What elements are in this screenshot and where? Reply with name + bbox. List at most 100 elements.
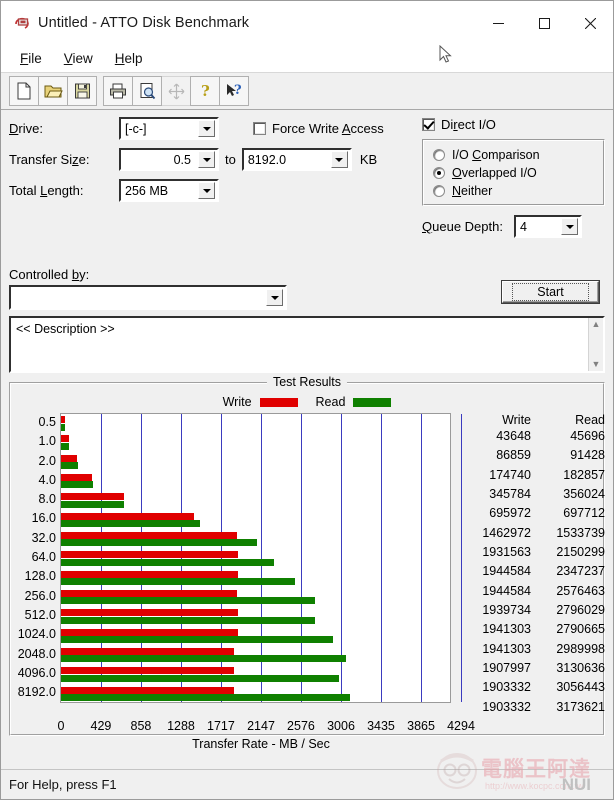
chart-bar-write	[60, 473, 93, 481]
chevron-down-icon[interactable]	[330, 151, 348, 168]
table-row: 1462972 1533739	[457, 524, 605, 543]
open-folder-icon[interactable]	[38, 76, 68, 106]
chart-y-tick-label: 32.0	[31, 530, 56, 545]
chart-bar-row	[60, 472, 450, 491]
chart-bar-read	[60, 674, 339, 682]
transfer-size-to-select[interactable]: 8192.0	[241, 148, 352, 171]
chart-bar-row	[60, 665, 450, 684]
chart-bar-write	[60, 531, 237, 539]
chart-bar-row	[60, 433, 450, 452]
cell-write: 1931563	[482, 544, 531, 559]
queue-depth-select[interactable]: 4	[514, 215, 582, 238]
drive-select[interactable]: [-c-]	[119, 117, 219, 140]
chart-bar-read	[60, 423, 66, 431]
chart-bar-write	[60, 493, 125, 501]
chart-bar-read	[60, 616, 315, 624]
table-header: Write Read	[457, 413, 605, 427]
chart-bar-read	[60, 694, 350, 702]
controlled-by-label: Controlled by:	[9, 267, 90, 282]
force-write-access-checkbox[interactable]: Force Write Access	[253, 121, 384, 136]
tool-bar: ? ?	[1, 72, 613, 110]
maximize-button[interactable]	[521, 1, 567, 45]
legend-swatch-write	[259, 397, 298, 407]
cell-write: 1944584	[482, 583, 531, 598]
table-row: 345784 356024	[457, 485, 605, 504]
print-icon[interactable]	[103, 76, 133, 106]
cell-read: 3056443	[556, 680, 605, 695]
chevron-down-icon[interactable]	[198, 182, 215, 199]
total-length-select[interactable]: 256 MB	[119, 179, 219, 202]
chart-bar-row	[60, 685, 450, 704]
controlled-by-select[interactable]	[9, 285, 287, 310]
chart-bar-read	[60, 636, 333, 644]
cell-read: 2790665	[556, 622, 605, 637]
legend-item-read: Read	[316, 395, 392, 409]
about-question-icon[interactable]: ?	[190, 76, 220, 106]
radio-io-comparison[interactable]: I/O Comparison	[433, 148, 595, 162]
total-length-value: 256 MB	[125, 183, 169, 198]
main-content: Drive: [-c-] Force Write Access Transfer…	[1, 110, 613, 769]
chart-y-tick-label: 64.0	[31, 550, 56, 565]
description-text[interactable]: << Description >>	[11, 318, 588, 371]
chevron-down-icon[interactable]	[198, 120, 215, 137]
chevron-down-icon[interactable]	[198, 151, 215, 168]
transfer-size-from-select[interactable]: 0.5	[119, 148, 219, 171]
menu-bar: FFileile View Help	[1, 45, 613, 72]
close-button[interactable]	[567, 1, 613, 45]
chevron-down-icon[interactable]	[561, 218, 578, 235]
chevron-down-icon[interactable]	[266, 289, 283, 306]
cell-read: 2989998	[556, 641, 605, 656]
direct-io-checkbox[interactable]: Direct I/O	[422, 117, 605, 132]
chart-bar-write	[60, 589, 238, 597]
radio-label: Neither	[452, 184, 493, 198]
cell-read: 91428	[570, 448, 605, 463]
cell-read: 1533739	[556, 525, 605, 540]
transfer-size-to-value: 8192.0	[247, 152, 287, 167]
cell-read: 2576463	[556, 583, 605, 598]
cell-write: 86859	[496, 448, 531, 463]
mouse-cursor	[439, 44, 452, 69]
save-disk-icon[interactable]	[67, 76, 97, 106]
chart-bar-row	[60, 646, 450, 665]
minimize-button[interactable]	[475, 1, 521, 45]
chart-bar-write	[60, 416, 65, 423]
cell-read: 3173621	[556, 699, 605, 714]
table-row: 174740 182857	[457, 466, 605, 485]
table-row: 1903332 3173621	[457, 698, 605, 717]
radio-neither[interactable]: Neither	[433, 184, 595, 198]
legend-label-read: Read	[315, 395, 346, 409]
cell-write: 1944584	[482, 564, 531, 579]
chart-plot	[59, 413, 462, 704]
description-scrollbar[interactable]: ▲ ▼	[588, 318, 603, 371]
scroll-up-icon[interactable]: ▲	[592, 320, 601, 329]
menu-help[interactable]: Help	[104, 48, 154, 69]
scroll-down-icon[interactable]: ▼	[592, 360, 601, 369]
menu-view[interactable]: View	[53, 48, 104, 69]
start-button[interactable]: Start	[502, 281, 599, 303]
table-row: 1907997 3130636	[457, 659, 605, 678]
new-document-icon[interactable]	[9, 76, 39, 106]
radio-dot	[433, 185, 445, 197]
radio-overlapped-io[interactable]: Overlapped I/O	[433, 166, 595, 180]
cell-write: 174740	[489, 467, 531, 482]
svg-text:?: ?	[201, 82, 210, 100]
chart-y-tick-label: 8.0	[38, 492, 56, 507]
chart-bar-read	[60, 655, 346, 663]
menu-file[interactable]: FFileile	[9, 48, 53, 69]
table-row: 43648 45696	[457, 427, 605, 446]
chart-bar-read	[60, 520, 201, 528]
io-mode-group: I/O Comparison Overlapped I/O Neither	[422, 139, 605, 206]
checkbox-box	[422, 118, 435, 131]
description-box[interactable]: << Description >> ▲ ▼	[9, 316, 605, 373]
chart-bar-row	[60, 511, 450, 530]
status-bar: For Help, press F1	[1, 769, 613, 799]
atto-app-icon	[13, 14, 31, 32]
queue-depth-value: 4	[520, 219, 527, 234]
context-help-icon[interactable]: ?	[219, 76, 249, 106]
cell-write: 1903332	[482, 680, 531, 695]
cell-write: 43648	[496, 429, 531, 443]
drive-label: Drive:	[9, 121, 43, 136]
chart-bar-write	[60, 667, 235, 675]
transfer-size-from-value: 0.5	[173, 152, 191, 167]
print-preview-icon[interactable]	[132, 76, 162, 106]
